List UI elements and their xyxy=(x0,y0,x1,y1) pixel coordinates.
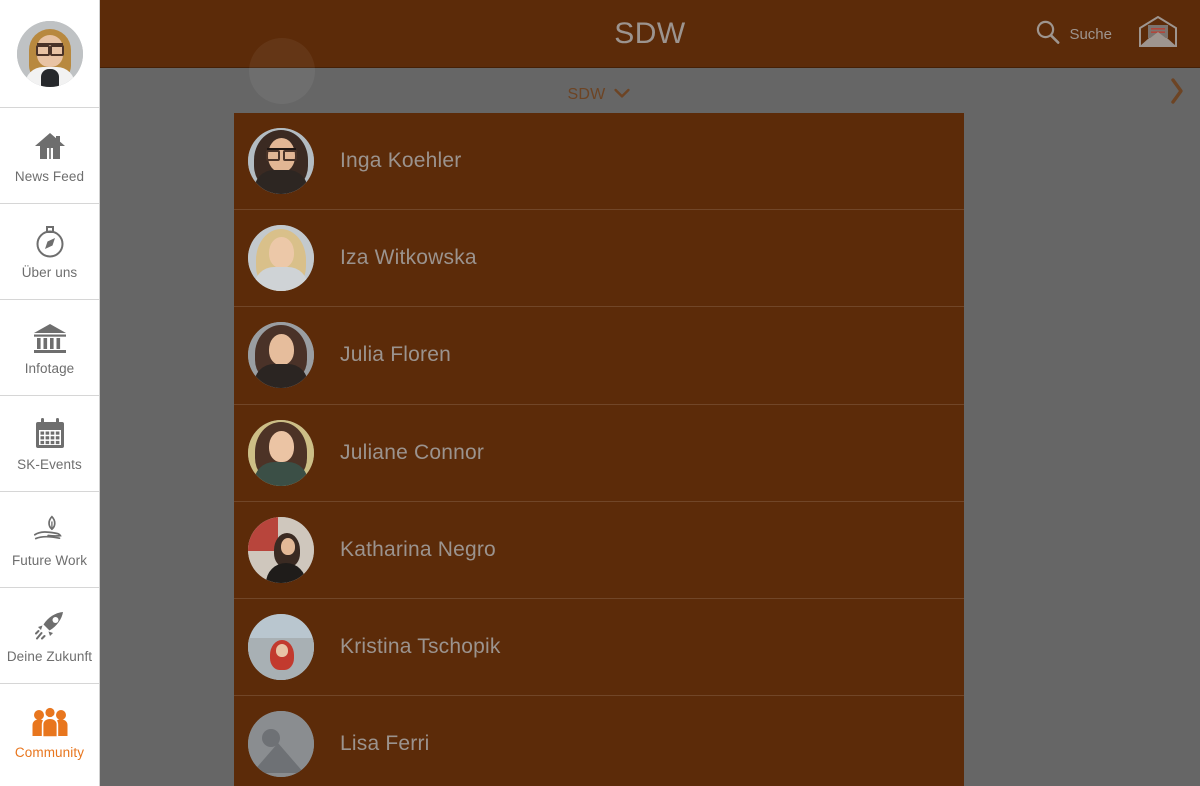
avatar[interactable] xyxy=(248,322,314,389)
home-icon xyxy=(31,127,69,165)
avatar[interactable] xyxy=(248,711,314,778)
calendar-icon xyxy=(31,415,69,453)
group-dropdown-label: SDW xyxy=(567,85,606,103)
sidebar-item-label: Deine Zukunft xyxy=(6,649,93,664)
bank-icon xyxy=(31,319,69,357)
chevron-right-icon xyxy=(1169,76,1185,111)
list-item-label: Kristina Tschopik xyxy=(340,635,501,659)
placeholder-image-icon xyxy=(248,711,314,778)
sidebar-item-community[interactable]: Community xyxy=(0,683,99,779)
header-actions: Suche xyxy=(1035,15,1178,53)
search-button[interactable]: Suche xyxy=(1035,19,1112,50)
list-item[interactable]: Kristina Tschopik xyxy=(234,599,964,697)
list-item[interactable]: Lisa Ferri xyxy=(234,696,964,786)
list-item[interactable]: Iza Witkowska xyxy=(234,210,964,308)
sidebar-item-ueber-uns[interactable]: Über uns xyxy=(0,203,99,299)
avatar-face xyxy=(269,430,294,462)
compass-icon xyxy=(31,223,69,261)
sidebar-item-label: Über uns xyxy=(21,265,78,280)
people-icon xyxy=(31,703,69,741)
envelope-icon xyxy=(1138,15,1178,53)
avatar-body xyxy=(254,364,308,389)
list-item-label: Juliane Connor xyxy=(340,440,485,464)
placeholder-mountain xyxy=(252,743,304,774)
list-item[interactable]: Inga Koehler xyxy=(234,113,964,211)
sidebar-item-label: News Feed xyxy=(14,169,85,184)
search-icon xyxy=(1035,19,1061,50)
avatar[interactable] xyxy=(248,419,314,486)
sidebar-item-label: SK-Events xyxy=(17,457,82,472)
avatar[interactable] xyxy=(248,128,314,195)
sidebar-item-label: Infotage xyxy=(24,361,75,376)
avatar-face xyxy=(281,537,295,555)
group-dropdown[interactable]: SDW xyxy=(234,76,964,113)
list-item-label: Lisa Ferri xyxy=(340,732,430,756)
mail-button[interactable] xyxy=(1138,15,1178,53)
list-item[interactable]: Julia Floren xyxy=(234,307,964,405)
avatar-body xyxy=(254,170,308,195)
avatar-glasses xyxy=(35,42,64,56)
list-item[interactable]: Katharina Negro xyxy=(234,502,964,599)
avatar-glasses xyxy=(266,148,297,162)
app-root: News Feed Über uns Infotage SK-Events Fu… xyxy=(0,0,1200,786)
avatar-shirt xyxy=(40,68,59,87)
avatar-face xyxy=(276,644,288,658)
sidebar-item-news-feed[interactable]: News Feed xyxy=(0,107,99,203)
avatar[interactable] xyxy=(248,614,314,681)
avatar-face xyxy=(269,237,294,269)
sidebar-item-infotage[interactable]: Infotage xyxy=(0,299,99,395)
list-item-label: Katharina Negro xyxy=(340,537,496,561)
sidebar-item-label: Future Work xyxy=(11,553,88,568)
sidebar-item-label: Community xyxy=(14,745,85,760)
rocket-icon xyxy=(31,607,69,645)
list-item-label: Iza Witkowska xyxy=(340,246,477,270)
avatar[interactable] xyxy=(248,516,314,583)
next-page-button[interactable] xyxy=(1162,76,1192,110)
avatar[interactable] xyxy=(16,20,83,87)
sidebar-item-future-work[interactable]: Future Work xyxy=(0,491,99,587)
search-button-label: Suche xyxy=(1069,25,1112,43)
sidebar-item-sk-events[interactable]: SK-Events xyxy=(0,395,99,491)
avatar-body xyxy=(254,267,308,292)
member-list[interactable]: Inga Koehler Iza Witkowska Julia Floren xyxy=(234,113,964,786)
profile-block[interactable] xyxy=(0,0,99,107)
list-item-label: Inga Koehler xyxy=(340,149,462,173)
chevron-down-icon xyxy=(614,86,631,104)
avatar-body xyxy=(254,461,308,486)
avatar-face xyxy=(269,334,294,366)
list-item-label: Julia Floren xyxy=(340,343,451,367)
sidebar: News Feed Über uns Infotage SK-Events Fu… xyxy=(0,0,100,786)
hand-leaf-icon xyxy=(31,511,69,549)
list-item[interactable]: Juliane Connor xyxy=(234,405,964,502)
sidebar-item-deine-zukunft[interactable]: Deine Zukunft xyxy=(0,587,99,683)
avatar[interactable] xyxy=(248,225,314,292)
